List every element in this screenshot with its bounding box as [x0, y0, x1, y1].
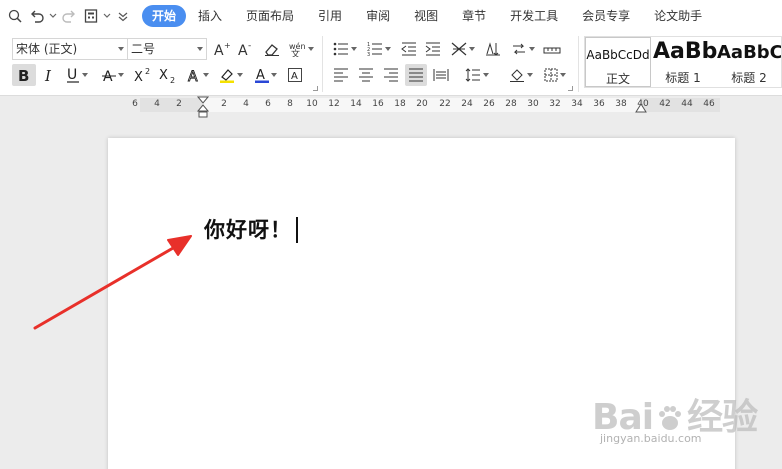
- paw-icon: [659, 406, 682, 430]
- watermark-url: jingyan.baidu.com: [600, 432, 702, 445]
- app-window: 开始 插入 页面布局 引用 审阅 视图 章节 开发工具 会员专享 论文助手 宋体…: [0, 0, 782, 469]
- baidu-jingyan-watermark: Bai 经验 jingyan.baidu.com: [592, 388, 772, 458]
